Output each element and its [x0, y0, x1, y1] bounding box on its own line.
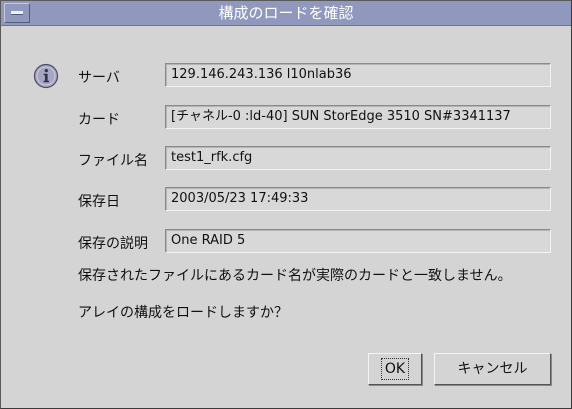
- dialog-title: 構成のロードを確認: [218, 4, 354, 22]
- saved-date-field[interactable]: 2003/05/23 17:49:33: [165, 187, 551, 211]
- card-field[interactable]: [チャネル-0 :ld-40] SUN StorEdge 3510 SN#334…: [165, 105, 551, 129]
- cancel-button[interactable]: キャンセル: [434, 353, 551, 385]
- description-field[interactable]: One RAID 5: [165, 229, 551, 253]
- info-icon: [33, 63, 59, 89]
- ok-button[interactable]: OK: [368, 353, 422, 385]
- mismatch-warning-text: 保存されたファイルにあるカード名が実際のカードと一致しません。: [78, 268, 512, 284]
- load-question-text: アレイの構成をロードしますか？: [78, 305, 288, 321]
- dialog-window: 構成のロードを確認 サーバ 129.146.243.136 l10nlab36 …: [0, 0, 572, 409]
- server-field[interactable]: 129.146.243.136 l10nlab36: [165, 63, 551, 87]
- filename-label: ファイル名: [78, 153, 148, 169]
- description-label: 保存の説明: [78, 236, 148, 252]
- card-label: カード: [78, 112, 120, 128]
- saved-date-label: 保存日: [78, 194, 120, 210]
- server-label: サーバ: [78, 70, 120, 86]
- filename-field[interactable]: test1_rfk.cfg: [165, 146, 551, 170]
- title-bar[interactable]: 構成のロードを確認: [1, 1, 571, 26]
- ok-button-label: OK: [380, 358, 410, 380]
